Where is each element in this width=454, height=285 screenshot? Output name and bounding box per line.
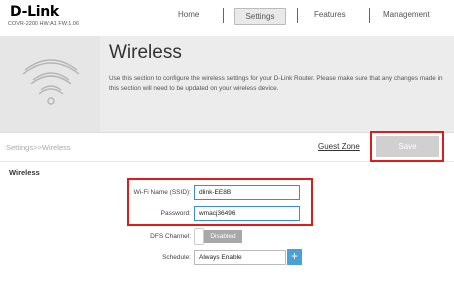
breadcrumb: Settings>>Wireless (6, 143, 71, 152)
dfs-toggle[interactable]: Disabled (204, 230, 242, 243)
schedule-select[interactable]: Always Enable (194, 250, 286, 265)
top-header: D-Link COVR-2200 HW:A1 FW:1.06 Home Sett… (0, 0, 454, 36)
nav-features[interactable]: Features (314, 10, 346, 19)
guest-zone-link[interactable]: Guest Zone (318, 142, 360, 151)
nav-management[interactable]: Management (383, 10, 430, 19)
page-title: Wireless (109, 42, 182, 63)
nav-separator (297, 8, 298, 23)
nav-separator (223, 8, 224, 23)
dfs-toggle-knob[interactable] (194, 228, 204, 245)
ssid-label: Wi-Fi Name (SSID): (133, 189, 191, 196)
nav-home[interactable]: Home (178, 10, 199, 19)
page-description: Use this section to configure the wirele… (109, 75, 443, 92)
add-schedule-button[interactable]: + (287, 249, 302, 265)
dfs-channel-label: DFS Channel: (150, 233, 191, 240)
dlink-logo: D-Link (10, 4, 59, 20)
ssid-input[interactable]: dlink-EE8B (194, 185, 300, 200)
banner-icon-area (0, 36, 100, 132)
section-title: Wireless (9, 168, 40, 177)
password-label: Password: (160, 210, 191, 217)
wifi-icon (22, 59, 80, 105)
save-button[interactable]: Save (376, 136, 439, 157)
password-input[interactable]: wmacj36496 (194, 206, 300, 221)
model-info: COVR-2200 HW:A1 FW:1.06 (8, 21, 80, 27)
page-banner: Wireless Use this section to configure t… (0, 36, 454, 132)
nav-separator (369, 8, 370, 23)
nav-settings[interactable]: Settings (234, 8, 286, 25)
schedule-label: Schedule: (162, 254, 191, 261)
